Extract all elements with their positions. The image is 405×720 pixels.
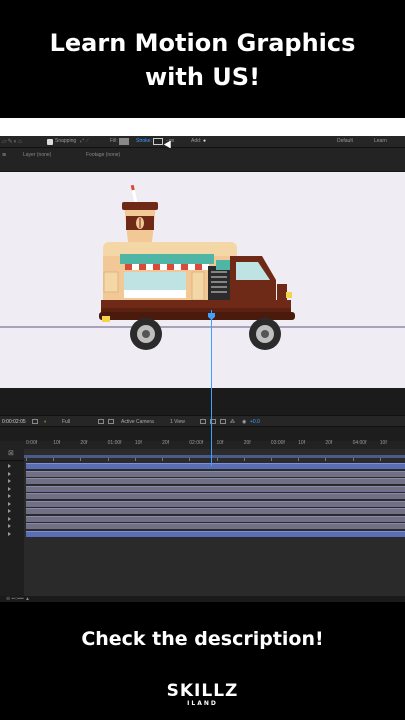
timeline-tracks — [0, 461, 405, 602]
tool-icons[interactable]: ▱✎◐⌂ — [2, 138, 42, 146]
layer-track-bar[interactable] — [26, 493, 405, 499]
comp-marker-icon[interactable]: ⊠ — [8, 449, 14, 457]
coffee-cup-icon — [122, 184, 158, 242]
layer-expand-arrow-icon[interactable] — [8, 479, 11, 483]
layer-track-bar[interactable] — [26, 515, 405, 522]
fill-label: Fill: — [110, 138, 118, 144]
layer-expand-arrow-icon[interactable] — [8, 471, 11, 476]
logo-sub-text: ILAND — [187, 700, 218, 707]
brand-logo: SKILLZ ILAND — [0, 682, 405, 708]
ruler-label: 0:00f — [26, 440, 38, 446]
resolution-select[interactable]: Full — [62, 419, 70, 425]
composition-viewer[interactable] — [0, 172, 405, 388]
layer-track-bar[interactable] — [26, 523, 405, 529]
toggle-icon[interactable] — [200, 419, 206, 424]
ruler-label: 20f — [325, 440, 333, 446]
layer-track-bar[interactable] — [26, 478, 405, 484]
after-effects-window: ▱✎◐⌂ Snapping ⤢ ⟋ Fill: Stroke: - px Add… — [0, 136, 405, 602]
layer-expand-arrow-icon[interactable] — [8, 516, 11, 521]
panel-menu-icon[interactable]: ≡ — [2, 152, 6, 159]
ruler-label: 20f — [162, 440, 170, 446]
ruler-label: 03:00f — [270, 440, 285, 446]
color-icon[interactable]: ◐ — [44, 419, 47, 425]
layer-track-bar[interactable] — [26, 470, 405, 477]
region-icon[interactable] — [98, 419, 104, 424]
views-select[interactable]: 1 View — [170, 419, 185, 425]
layer-expand-arrow-icon[interactable] — [8, 524, 11, 528]
timeline-status-bar: ⊖ ━○━━ ▲ — [0, 596, 405, 602]
layer-expand-arrow-icon[interactable] — [8, 509, 11, 513]
exposure-icon[interactable]: ◉ — [242, 419, 246, 425]
layer-expand-arrow-icon[interactable] — [8, 494, 11, 498]
viewer-pasteboard — [0, 388, 405, 415]
flowchart-icon[interactable]: ⁂ — [230, 419, 235, 425]
ruler-label: 10f — [216, 440, 224, 446]
workspace-learn[interactable]: Learn — [374, 138, 387, 144]
ruler-label: 02:00f — [189, 440, 204, 446]
ruler-label: 04:00f — [352, 440, 367, 446]
layer-expand-arrow-icon[interactable] — [8, 531, 11, 536]
transparency-grid-icon[interactable] — [108, 419, 114, 424]
viewer-panel-tabs: ≡ Layer (none) Footage (none) — [0, 148, 405, 172]
call-to-action: Check the description! — [81, 628, 324, 650]
fill-swatch[interactable] — [119, 138, 129, 145]
zoom-out-icon[interactable]: ⊖ ━○━━ ▲ — [6, 596, 30, 602]
footage-tab[interactable]: Footage (none) — [86, 152, 120, 158]
video-top-border — [0, 118, 405, 136]
tools-toolbar: ▱✎◐⌂ Snapping ⤢ ⟋ Fill: Stroke: - px Add… — [0, 136, 405, 151]
workspace-default[interactable]: Default — [337, 138, 353, 144]
ruler-label: 10f — [53, 440, 61, 446]
current-timecode[interactable]: 0:00:02:05 — [2, 419, 26, 425]
wheel-rear — [130, 318, 162, 350]
layer-track-bar[interactable] — [26, 500, 405, 507]
exposure-value[interactable]: +0.0 — [250, 419, 260, 425]
add-label: Add: — [191, 138, 202, 144]
ruler-label: 20f — [80, 440, 88, 446]
layer-expand-arrow-icon[interactable] — [8, 464, 11, 468]
layer-tab[interactable]: Layer (none) — [23, 152, 51, 158]
layer-expand-arrow-icon[interactable] — [8, 486, 11, 491]
logo-main-text: SKILLZ — [166, 681, 239, 701]
ruler-label: 10f — [379, 440, 387, 446]
stroke-swatch[interactable] — [153, 138, 163, 145]
layer-track-bar[interactable] — [26, 463, 405, 469]
headline-line-1: Learn Motion Graphics — [49, 29, 356, 57]
playhead-line[interactable] — [211, 310, 212, 466]
layer-track-bar[interactable] — [26, 530, 405, 537]
layer-track-bar[interactable] — [26, 508, 405, 514]
timeline-header — [0, 427, 405, 441]
snapping-checkbox[interactable] — [47, 139, 53, 145]
headline: Learn Motion Graphics with US! — [0, 26, 405, 94]
snap-options-icon[interactable]: ⤢ ⟋ — [80, 138, 89, 144]
ruler-label: 10f — [298, 440, 306, 446]
snapshot-icon[interactable] — [32, 419, 38, 424]
add-button-icon[interactable]: ● — [203, 138, 206, 144]
viewer-controls-bar: 0:00:02:05 ◐ Full Active Camera 1 View ⁂… — [0, 415, 405, 427]
stroke-label: Stroke: — [136, 138, 152, 144]
work-area-bar[interactable] — [24, 455, 405, 458]
fast-preview-icon[interactable] — [220, 419, 226, 424]
layer-expand-arrow-icon[interactable] — [8, 501, 11, 506]
ruler-label: 20f — [243, 440, 251, 446]
time-ruler[interactable]: ⊠ 0:00f 10f 20f 01:00f 10f 20f 02:00f 10f 20f 03:… — [0, 440, 405, 461]
ruler-label: 01:00f — [107, 440, 122, 446]
awning — [120, 254, 214, 270]
camera-select[interactable]: Active Camera — [121, 419, 154, 425]
track-labels-column — [0, 461, 24, 602]
layer-track-bar[interactable] — [26, 485, 405, 492]
food-truck-illustration — [99, 184, 295, 350]
headline-line-2: with US! — [144, 63, 261, 91]
snapping-label: Snapping — [55, 138, 77, 144]
ruler-label: 10f — [134, 440, 142, 446]
wheel-front — [249, 318, 281, 350]
